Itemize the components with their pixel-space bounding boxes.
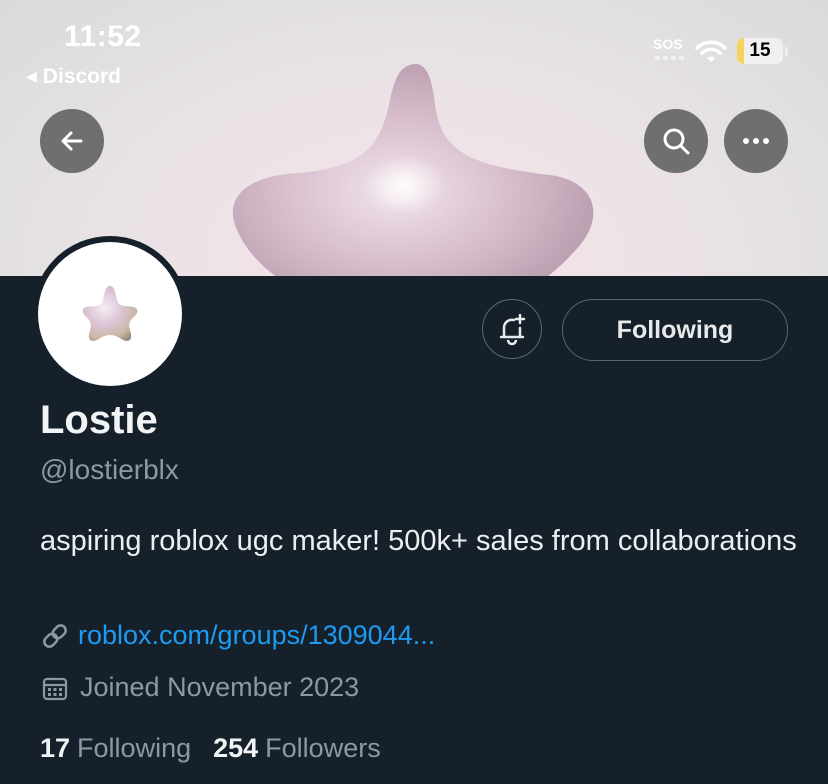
following-count-link[interactable]: 17 Following [40, 733, 191, 764]
status-indicators: SOS 15 [653, 36, 788, 66]
search-button[interactable] [644, 109, 708, 173]
status-time: 11:52 [64, 20, 142, 53]
back-to-app-link[interactable]: ◀ Discord [26, 65, 121, 89]
battery-percent: 15 [749, 40, 771, 61]
more-options-button[interactable] [724, 109, 788, 173]
profile-website-row[interactable]: roblox.com/groups/1309044... [40, 620, 435, 651]
back-arrow-icon [61, 131, 83, 151]
following-count: 17 [40, 733, 71, 763]
sos-indicator: SOS [653, 36, 685, 66]
back-button[interactable] [40, 109, 104, 173]
search-icon [663, 128, 690, 155]
link-icon [43, 623, 67, 648]
signal-bars-icon [655, 56, 684, 60]
profile-bio: aspiring roblox ugc maker! 500k+ sales f… [40, 525, 797, 557]
avatar-star-image [82, 285, 138, 341]
following-button[interactable]: Following [562, 299, 788, 361]
follow-counts: 17 Following 254 Followers [40, 733, 381, 764]
profile-avatar[interactable] [32, 236, 188, 392]
calendar-icon [42, 677, 68, 700]
followers-count-link[interactable]: 254 Followers [213, 733, 381, 764]
followers-count-label: Followers [265, 733, 381, 763]
profile-name: Lostie [40, 398, 158, 442]
profile-joined-date: Joined November 2023 [80, 672, 360, 702]
bell-plus-icon [499, 313, 526, 346]
notification-bell-button[interactable] [482, 299, 542, 359]
banner-star-image [232, 64, 594, 276]
wifi-icon [695, 40, 727, 62]
profile-joined-row: Joined November 2023 [40, 672, 359, 703]
profile-website-link[interactable]: roblox.com/groups/1309044... [78, 620, 435, 651]
profile-banner[interactable]: 11:52 ◀ Discord SOS 15 [0, 0, 828, 276]
back-triangle-icon: ◀ [26, 68, 37, 84]
following-count-label: Following [77, 733, 192, 763]
followers-count: 254 [213, 733, 259, 763]
sos-label: SOS [653, 36, 683, 52]
more-icon [743, 138, 769, 144]
battery-icon: 15 [737, 38, 783, 64]
profile-handle: @lostierblx [40, 454, 179, 485]
back-app-label: Discord [42, 65, 121, 88]
